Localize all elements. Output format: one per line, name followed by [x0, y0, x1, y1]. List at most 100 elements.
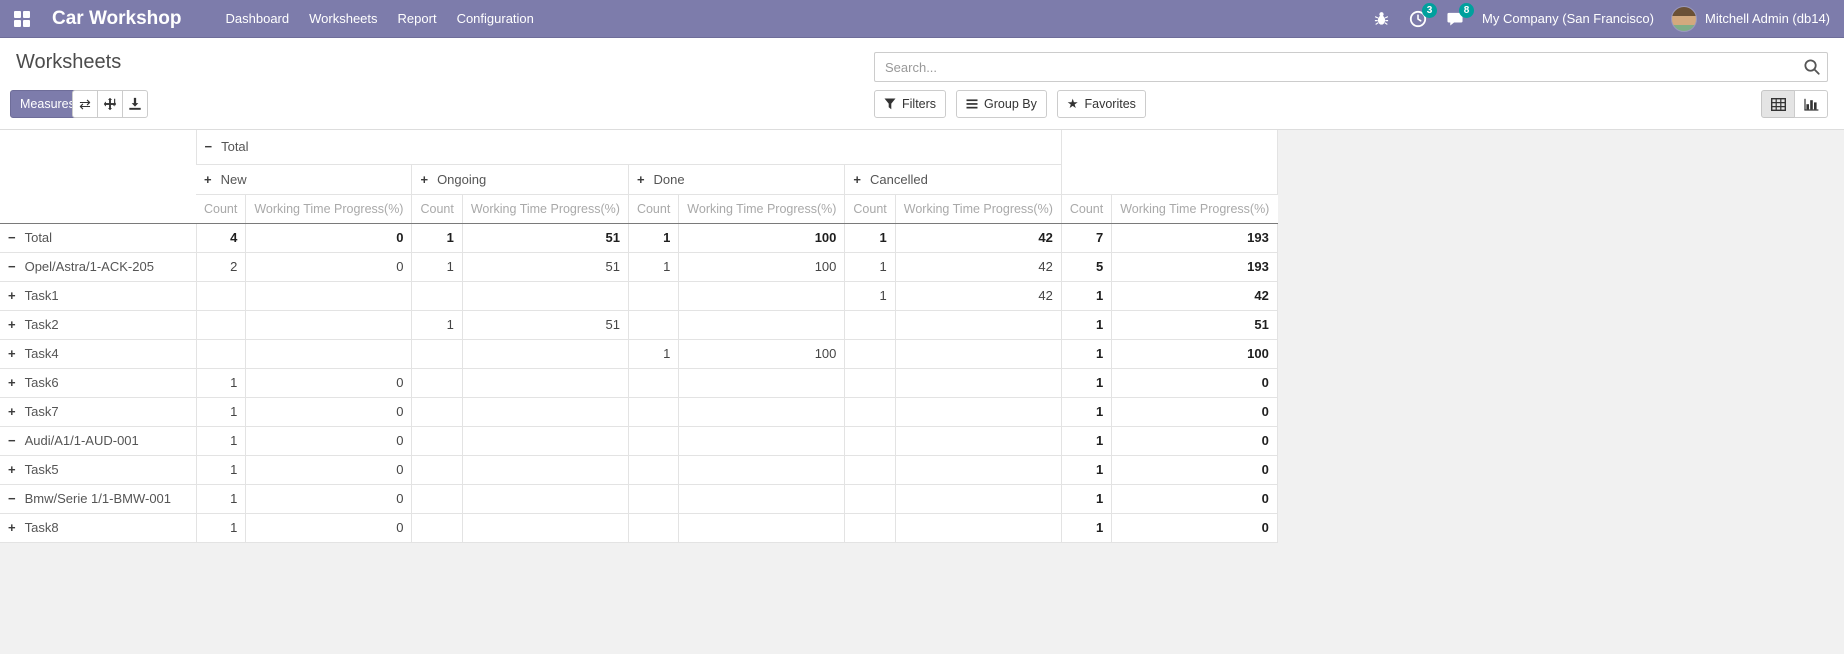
expand-all-button[interactable] — [97, 90, 123, 118]
search-icon[interactable] — [1797, 58, 1827, 76]
pivot-row: +Task1142142 — [0, 281, 1277, 310]
measure-header-progress[interactable]: Working Time Progress(%) — [462, 194, 628, 223]
expand-icon[interactable]: + — [8, 317, 16, 332]
row-label: Total — [25, 230, 52, 245]
pivot-cell: 51 — [462, 223, 628, 252]
expand-icon[interactable]: + — [8, 462, 16, 477]
expand-icon[interactable]: + — [8, 520, 16, 535]
row-label: Task2 — [25, 317, 59, 332]
filter-funnel-icon — [884, 98, 896, 110]
row-header[interactable]: +Task6 — [0, 368, 196, 397]
download-button[interactable] — [122, 90, 148, 118]
favorites-button[interactable]: ★ Favorites — [1057, 90, 1146, 118]
pivot-cell — [462, 426, 628, 455]
pivot-cell — [412, 455, 462, 484]
pivot-cell: 51 — [462, 252, 628, 281]
column-group-cancelled[interactable]: +Cancelled — [845, 164, 1061, 194]
measure-header-count[interactable]: Count — [628, 194, 678, 223]
row-header[interactable]: +Task5 — [0, 455, 196, 484]
pivot-cell — [895, 397, 1061, 426]
menu-item-dashboard[interactable]: Dashboard — [216, 0, 300, 38]
collapse-icon[interactable]: − — [8, 230, 16, 245]
expand-icon[interactable]: + — [204, 172, 212, 187]
row-header[interactable]: + Task1 — [0, 281, 196, 310]
pivot-cell — [845, 368, 895, 397]
pivot-cell — [895, 426, 1061, 455]
collapse-icon[interactable]: − — [8, 433, 16, 448]
row-header[interactable]: −Bmw/Serie 1/1-BMW-001 — [0, 484, 196, 513]
expand-icon[interactable]: + — [420, 172, 428, 187]
pivot-cell: 0 — [1112, 397, 1278, 426]
row-label: Task7 — [25, 404, 59, 419]
menu-item-configuration[interactable]: Configuration — [447, 0, 544, 38]
messages-chat-icon[interactable]: 8 — [1445, 9, 1465, 29]
row-header[interactable]: +Task8 — [0, 513, 196, 542]
expand-icon[interactable]: + — [8, 375, 16, 390]
collapse-icon[interactable]: − — [205, 139, 213, 154]
pivot-cell: 0 — [246, 484, 412, 513]
row-header[interactable]: + Task7 — [0, 397, 196, 426]
pivot-cell: 1 — [1061, 397, 1111, 426]
row-label: Task1 — [25, 288, 59, 303]
star-icon: ★ — [1067, 96, 1079, 112]
pivot-cell: 1 — [196, 426, 246, 455]
column-group-new[interactable]: +New — [196, 164, 412, 194]
measure-header-progress[interactable]: Working Time Progress(%) — [895, 194, 1061, 223]
expand-icon[interactable]: + — [853, 172, 861, 187]
pivot-cell: 1 — [1061, 484, 1111, 513]
measure-header-progress[interactable]: Working Time Progress(%) — [679, 194, 845, 223]
pivot-view-button[interactable] — [1761, 90, 1795, 118]
row-header[interactable]: + Task4 — [0, 339, 196, 368]
pivot-cell — [412, 397, 462, 426]
measure-header-count[interactable]: Count — [1061, 194, 1111, 223]
apps-menu-icon[interactable] — [14, 11, 32, 27]
pivot-cell: 1 — [196, 484, 246, 513]
activities-clock-icon[interactable]: 3 — [1408, 9, 1428, 29]
measure-header-progress[interactable]: Working Time Progress(%) — [1112, 194, 1278, 223]
row-header[interactable]: + Task2 — [0, 310, 196, 339]
total-column-spacer — [1061, 130, 1277, 194]
user-menu[interactable]: Mitchell Admin (db14) — [1705, 11, 1830, 26]
column-group-ongoing[interactable]: +Ongoing — [412, 164, 628, 194]
group-by-button[interactable]: Group By — [956, 90, 1047, 118]
measure-header-progress[interactable]: Working Time Progress(%) — [246, 194, 412, 223]
user-avatar[interactable] — [1671, 6, 1697, 32]
measure-header-count[interactable]: Count — [412, 194, 462, 223]
filters-button[interactable]: Filters — [874, 90, 946, 118]
pivot-cell: 42 — [1112, 281, 1278, 310]
expand-icon[interactable]: + — [8, 288, 16, 303]
collapse-icon[interactable]: − — [8, 491, 16, 506]
pivot-cell — [462, 484, 628, 513]
pivot-row: +Task81010 — [0, 513, 1277, 542]
debug-bug-icon[interactable] — [1371, 9, 1391, 29]
column-group-done[interactable]: +Done — [628, 164, 844, 194]
pivot-cell: 1 — [845, 252, 895, 281]
row-header[interactable]: −Opel/Astra/1-ACK-205 — [0, 252, 196, 281]
row-header[interactable]: −Audi/A1/1-AUD-001 — [0, 426, 196, 455]
search-input[interactable] — [875, 60, 1797, 75]
expand-icon[interactable]: + — [637, 172, 645, 187]
menu-item-worksheets[interactable]: Worksheets — [299, 0, 387, 38]
pivot-cell: 1 — [1061, 310, 1111, 339]
flip-axis-button[interactable]: ⇄ — [72, 90, 98, 118]
pivot-cell: 0 — [246, 426, 412, 455]
pivot-row: +Task2151151 — [0, 310, 1277, 339]
expand-icon[interactable]: + — [8, 346, 16, 361]
collapse-icon[interactable]: − — [8, 259, 16, 274]
measure-header-count[interactable]: Count — [845, 194, 895, 223]
pivot-row: −Opel/Astra/1-ACK-2052015111001425193 — [0, 252, 1277, 281]
menu-item-report[interactable]: Report — [388, 0, 447, 38]
app-brand[interactable]: Car Workshop — [52, 8, 182, 30]
row-label: Task4 — [25, 346, 59, 361]
expand-icon[interactable]: + — [8, 404, 16, 419]
row-header[interactable]: −Total — [0, 223, 196, 252]
pivot-cell: 4 — [196, 223, 246, 252]
graph-view-button[interactable] — [1794, 90, 1828, 118]
column-total-header[interactable]: −Total — [196, 130, 1061, 164]
search-box — [874, 52, 1828, 82]
measure-header-count[interactable]: Count — [196, 194, 246, 223]
pivot-cell: 1 — [628, 339, 678, 368]
company-switcher[interactable]: My Company (San Francisco) — [1482, 11, 1654, 26]
pivot-cell: 1 — [845, 223, 895, 252]
pivot-cell — [196, 339, 246, 368]
